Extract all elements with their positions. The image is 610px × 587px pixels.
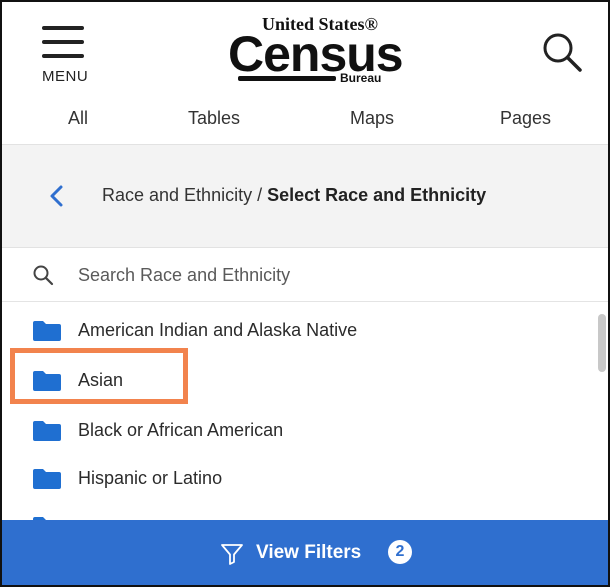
funnel-icon	[221, 544, 243, 565]
list-item[interactable]: Asian	[2, 356, 592, 402]
folder-icon	[33, 469, 61, 489]
breadcrumb-current: Select Race and Ethnicity	[267, 185, 487, 205]
header: MENU United States® Census Bureau All Ta…	[2, 2, 608, 144]
back-button[interactable]	[42, 181, 72, 211]
search-input[interactable]	[78, 258, 558, 292]
list-item[interactable]: American Indian and Alaska Native	[2, 306, 592, 352]
category-list: American Indian and Alaska Native Asian …	[2, 302, 608, 520]
logo-underline	[238, 76, 336, 81]
menu-label: MENU	[42, 68, 89, 85]
search-tabs: All Tables Maps Pages	[2, 108, 608, 142]
scrollbar[interactable]	[598, 314, 606, 372]
filter-count-badge: 2	[388, 540, 412, 564]
breadcrumb: Race and Ethnicity / Select Race and Eth…	[2, 144, 608, 248]
app-frame: MENU United States® Census Bureau All Ta…	[0, 0, 610, 587]
breadcrumb-parent[interactable]: Race and Ethnicity	[102, 185, 252, 205]
search-button[interactable]	[538, 28, 588, 78]
folder-icon	[33, 321, 61, 341]
list-item[interactable]: Black or African American	[2, 406, 592, 452]
menu-button[interactable]: MENU	[32, 24, 98, 88]
list-item[interactable]: Hispanic or Latino	[2, 454, 592, 500]
chevron-left-icon	[50, 185, 63, 207]
tab-all[interactable]: All	[68, 108, 88, 129]
folder-icon	[33, 371, 61, 391]
breadcrumb-separator: /	[252, 185, 268, 205]
folder-icon	[33, 421, 61, 441]
search-icon	[543, 33, 582, 72]
filter-search-row	[2, 248, 608, 302]
tab-tables[interactable]: Tables	[188, 108, 240, 129]
tab-maps[interactable]: Maps	[350, 108, 394, 129]
list-item-label: Asian	[78, 370, 124, 390]
tab-pages[interactable]: Pages	[500, 108, 551, 129]
logo-bottom-line: Bureau	[340, 71, 382, 85]
view-filters-button[interactable]: View Filters 2	[2, 520, 608, 585]
hamburger-icon	[42, 26, 84, 60]
list-item-partial[interactable]	[2, 502, 592, 520]
breadcrumb-text: Race and Ethnicity / Select Race and Eth…	[102, 185, 486, 206]
view-filters-label: View Filters	[256, 542, 362, 563]
list-item-label: American Indian and Alaska Native	[78, 320, 358, 340]
list-item-label: Black or African American	[78, 420, 284, 440]
census-logo[interactable]: United States® Census Bureau	[228, 12, 408, 92]
list-item-label: Hispanic or Latino	[78, 468, 223, 488]
search-icon	[33, 265, 54, 286]
